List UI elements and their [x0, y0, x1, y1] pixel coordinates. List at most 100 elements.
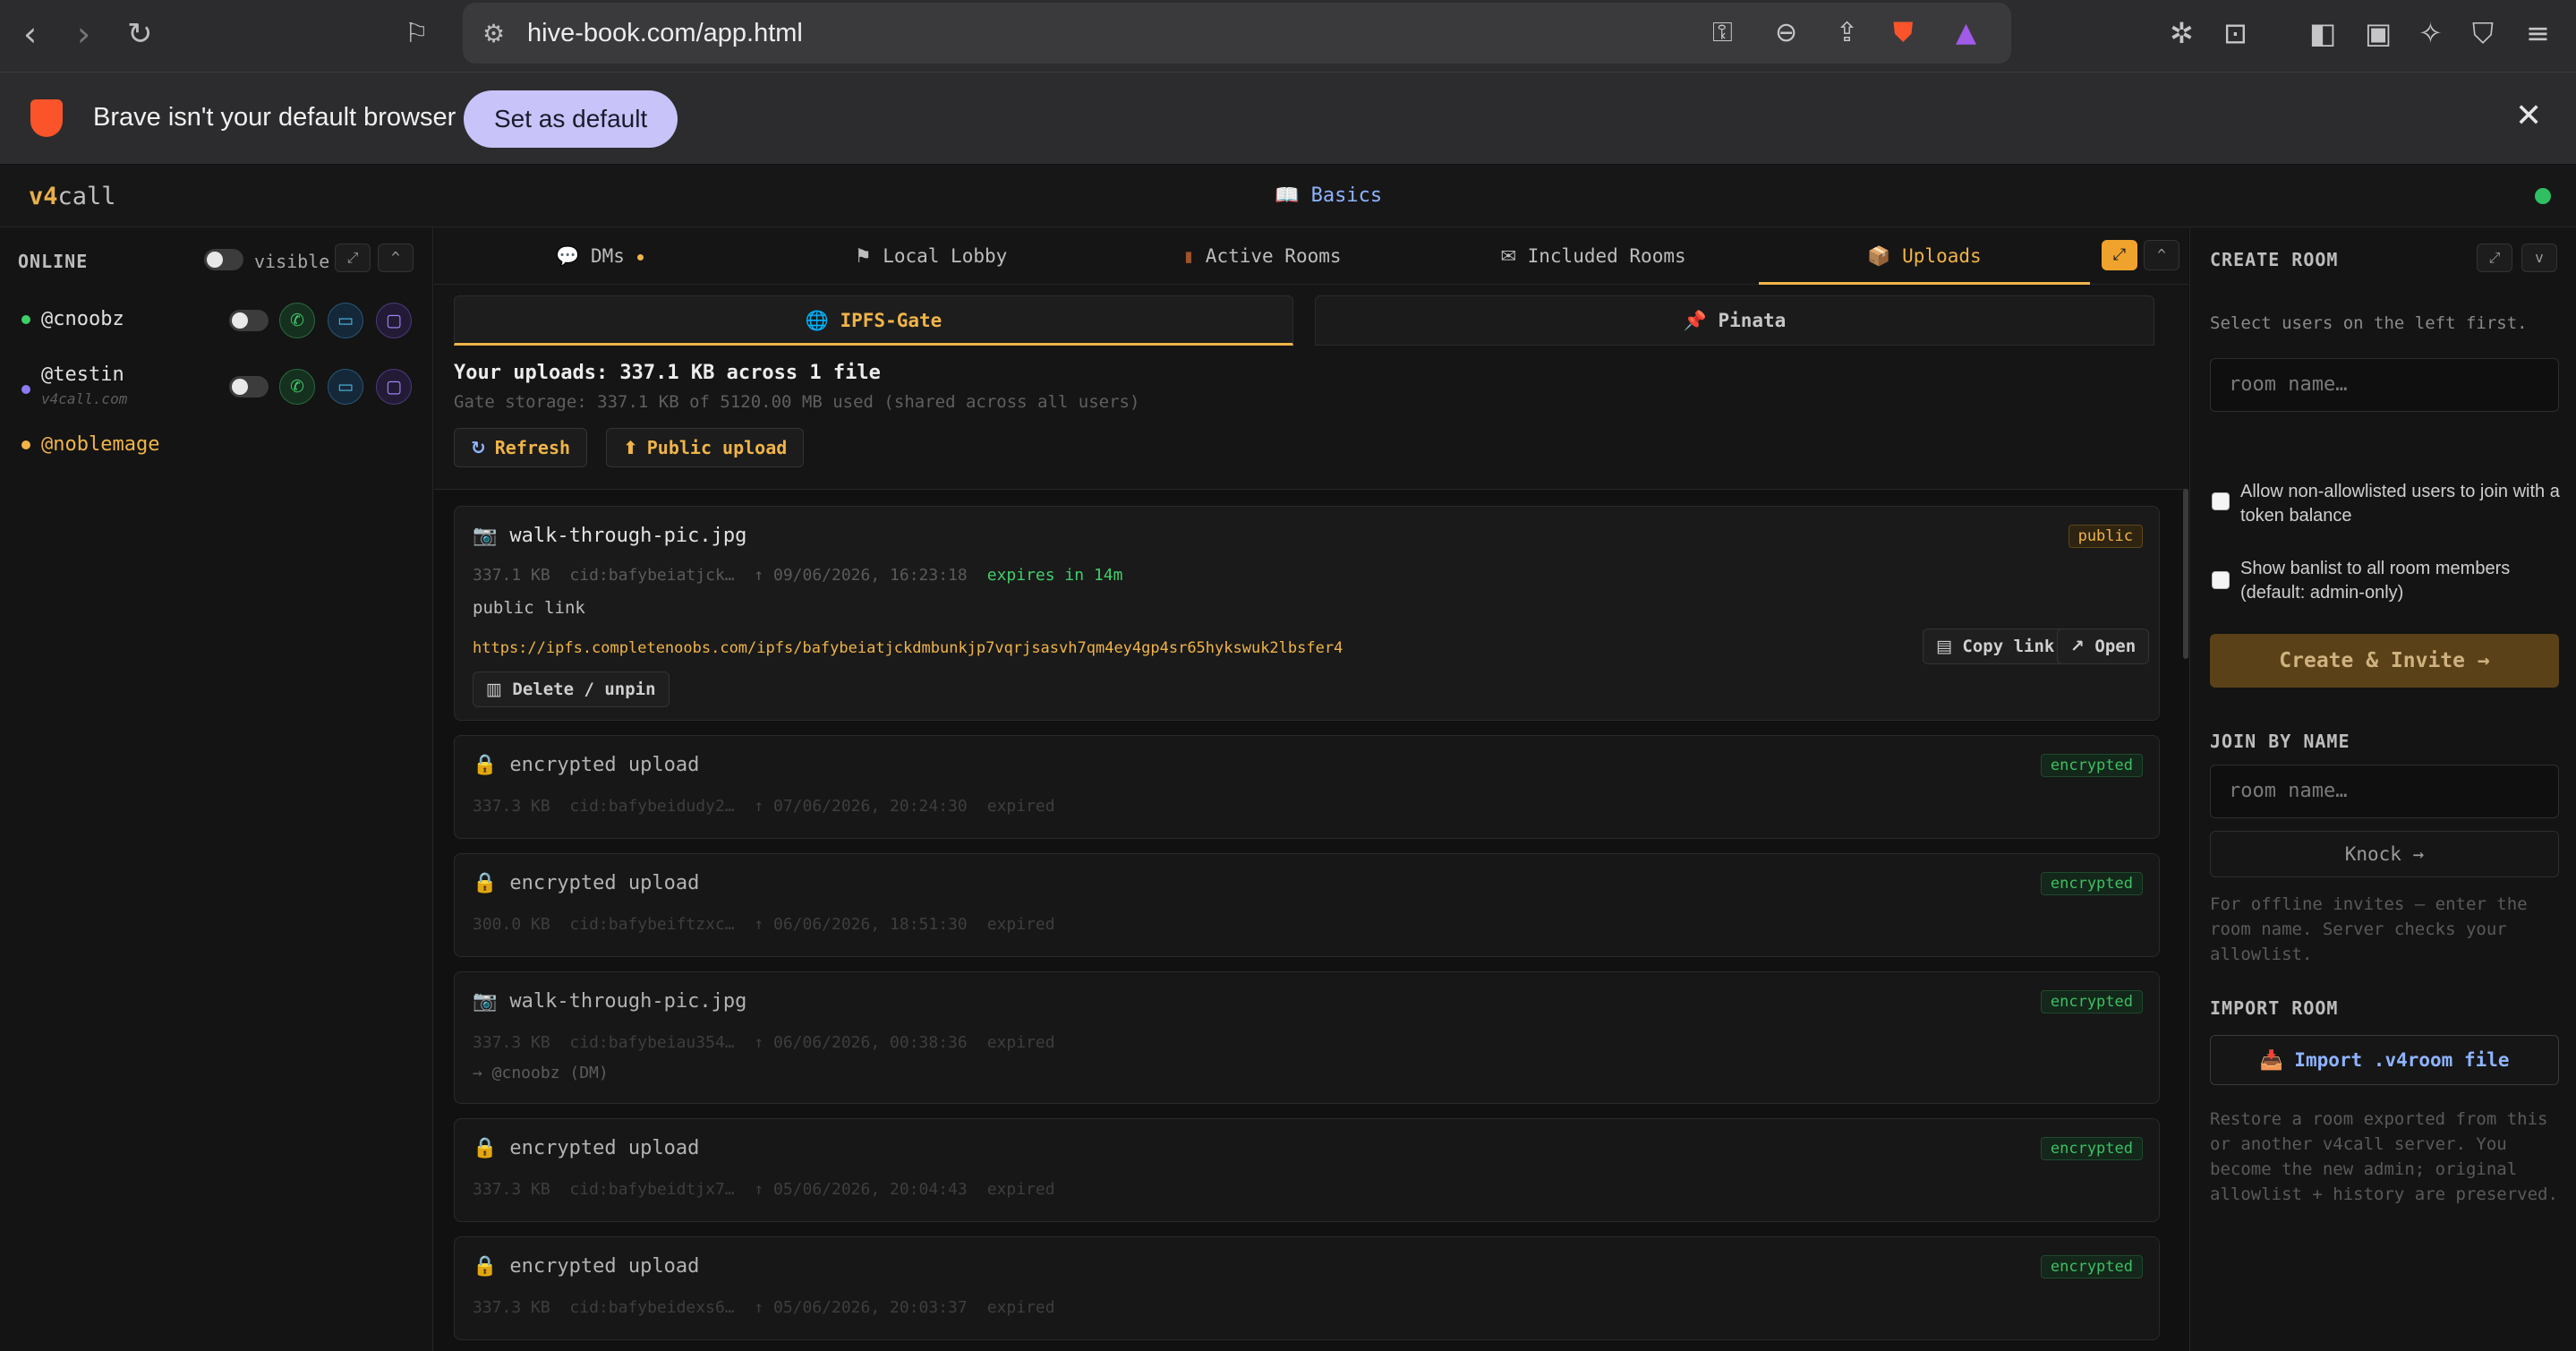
tab-ipfs-gate[interactable]: 🌐 IPFS-Gate: [454, 295, 1293, 346]
presence-dot: [21, 385, 30, 394]
user-toggle[interactable]: [229, 310, 269, 331]
room-name-input[interactable]: room name…: [2210, 358, 2559, 412]
gate-storage: Gate storage: 337.1 KB of 5120.00 MB use…: [454, 392, 1140, 412]
upload-item: 🔒 encrypted upload encrypted 337.3 KB cid…: [454, 1236, 2160, 1340]
share-icon[interactable]: ⇪: [1836, 17, 1858, 48]
show-banlist-checkbox[interactable]: [2212, 571, 2230, 589]
upload-meta: 337.3 KB cid:bafybeidtjx7… ↑ 05/06/2026,…: [473, 1180, 1055, 1199]
address-bar[interactable]: ⚙ hive-book.com/app.html ⚿ ⊖ ⇪ ⛊ ▲: [463, 3, 2011, 64]
lock-icon: 🔒: [473, 872, 498, 894]
copy-link-button[interactable]: ▤ Copy link: [1923, 628, 2068, 664]
collapse-icon[interactable]: ^: [2144, 240, 2179, 270]
reload-icon[interactable]: ↻: [127, 16, 153, 52]
video-call-icon[interactable]: ▭: [328, 369, 363, 405]
allow-token-checkbox[interactable]: [2212, 492, 2230, 510]
upload-item: 🔒 encrypted upload encrypted 337.3 KB cid…: [454, 735, 2160, 839]
url-text[interactable]: hive-book.com/app.html: [527, 19, 803, 48]
menu-icon[interactable]: ≡: [2526, 16, 2550, 50]
call-icon[interactable]: ✆: [279, 369, 315, 405]
wallet-icon[interactable]: ▣: [2365, 16, 2392, 50]
user-cnoobz[interactable]: @cnoobz: [41, 308, 124, 330]
close-icon[interactable]: ✕: [2515, 98, 2542, 134]
bookmark-icon[interactable]: ⚐: [405, 16, 429, 52]
camera-icon: 📷: [473, 990, 498, 1013]
allow-token-label: Allow non-allowlisted users to join with…: [2240, 482, 2560, 526]
upload-name: 📷 walk-through-pic.jpg: [473, 525, 747, 547]
brave-rewards-icon[interactable]: ▲: [1956, 17, 1976, 48]
uploads-list[interactable]: 📷 walk-through-pic.jpg public 337.1 KB ci…: [434, 489, 2188, 1351]
unread-dot: [636, 253, 644, 261]
user-toggle[interactable]: [229, 376, 269, 398]
public-link[interactable]: https://ipfs.completenoobs.com/ipfs/bafy…: [473, 639, 1343, 657]
chat-icon[interactable]: ▢: [376, 369, 412, 405]
site-settings-icon[interactable]: ⚙: [482, 19, 505, 48]
join-by-name-header: JOIN BY NAME: [2210, 731, 2350, 752]
default-browser-infobar: Brave isn't your default browser Set as …: [0, 72, 2576, 165]
reader-icon[interactable]: ⊡: [2223, 16, 2248, 50]
encrypted-badge: encrypted: [2040, 1255, 2143, 1278]
presence-dot: [21, 440, 30, 449]
tab-pinata[interactable]: 📌 Pinata: [1315, 295, 2154, 346]
sidebar-icon[interactable]: ◧: [2309, 16, 2336, 50]
lock-icon: 🔒: [473, 754, 498, 776]
door-icon: ▮: [1182, 245, 1195, 267]
upload-name: 🔒 encrypted upload: [473, 754, 700, 776]
brave-logo-icon: [30, 99, 63, 137]
user-testin[interactable]: @testin: [41, 363, 124, 386]
collapse-panel-button[interactable]: v: [2521, 244, 2557, 272]
encrypted-badge: encrypted: [2040, 872, 2143, 895]
tab-dms[interactable]: 💬 DMs: [434, 227, 765, 285]
upload-meta: 337.1 KB cid:bafybeiatjck… ↑ 09/06/2026,…: [473, 566, 1123, 585]
expand-panel-button[interactable]: ⤢: [335, 244, 371, 272]
encrypted-badge: encrypted: [2040, 990, 2143, 1013]
upload-meta: 300.0 KB cid:bafybeiftzxc… ↑ 06/06/2026,…: [473, 915, 1055, 934]
pin-icon: 📌: [1683, 310, 1707, 331]
upload-meta: 337.3 KB cid:bafybeidudy2… ↑ 07/06/2026,…: [473, 797, 1055, 816]
visible-toggle[interactable]: [204, 249, 243, 270]
main-panel: 💬 DMs ⚑ Local Lobby ▮ Active Rooms ✉ Inc…: [434, 227, 2188, 1351]
tab-active-rooms[interactable]: ▮ Active Rooms: [1096, 227, 1428, 285]
user-noblemage[interactable]: @noblemage: [41, 433, 159, 456]
upload-icon: ⬆: [623, 437, 638, 458]
basics-link[interactable]: 📖 Basics: [1275, 184, 1382, 207]
upload-name: 🔒 encrypted upload: [473, 1137, 700, 1159]
knock-button[interactable]: Knock →: [2210, 831, 2559, 877]
delete-unpin-button[interactable]: ▥ Delete / unpin: [473, 671, 670, 707]
back-icon[interactable]: ‹: [23, 16, 37, 52]
open-button[interactable]: ↗ Open: [2057, 628, 2150, 664]
key-icon[interactable]: ⚿: [1712, 17, 1733, 48]
expand-panel-button[interactable]: ⤢: [2477, 244, 2512, 272]
presence-dot: [21, 315, 30, 324]
expand-icon[interactable]: ⤢: [2102, 240, 2137, 270]
collapse-panel-button[interactable]: ^: [378, 244, 414, 272]
set-default-button[interactable]: Set as default: [464, 90, 678, 148]
refresh-button[interactable]: ↻ Refresh: [454, 428, 588, 467]
tab-included-rooms[interactable]: ✉ Included Rooms: [1428, 227, 1759, 285]
upload-item: 📷 walk-through-pic.jpg public 337.1 KB ci…: [454, 506, 2160, 721]
zoom-icon[interactable]: ⊖: [1775, 17, 1797, 48]
import-room-button[interactable]: 📥 Import .v4room file: [2210, 1035, 2559, 1085]
brave-shields-icon[interactable]: ⛊: [1893, 17, 1914, 48]
call-icon[interactable]: ✆: [279, 303, 315, 338]
chat-icon[interactable]: ▢: [376, 303, 412, 338]
visible-label: visible: [254, 251, 330, 272]
extensions-icon[interactable]: ✲: [2170, 16, 2194, 50]
show-banlist-label: Show banlist to all room members (defaul…: [2240, 559, 2511, 603]
scrollbar-thumb[interactable]: [2183, 489, 2188, 659]
upload-name: 🔒 encrypted upload: [473, 1255, 700, 1278]
create-invite-button[interactable]: Create & Invite →: [2210, 634, 2559, 688]
vpn-icon[interactable]: ⛉: [2472, 16, 2494, 51]
forward-icon[interactable]: ›: [77, 16, 90, 52]
leo-icon[interactable]: ✧: [2418, 16, 2443, 50]
video-call-icon[interactable]: ▭: [328, 303, 363, 338]
join-room-input[interactable]: room name…: [2210, 765, 2559, 818]
tab-uploads[interactable]: 📦 Uploads: [1759, 227, 2090, 285]
tab-local-lobby[interactable]: ⚑ Local Lobby: [765, 227, 1096, 285]
public-upload-button[interactable]: ⬆ Public upload: [606, 428, 805, 467]
app-logo: v4call: [29, 183, 116, 210]
uploads-summary: Your uploads: 337.1 KB across 1 file: [454, 362, 881, 384]
camera-icon: 📷: [473, 525, 498, 547]
create-room-header: CREATE ROOM: [2210, 249, 2339, 270]
flag-icon: ⚑: [854, 245, 872, 267]
speech-bubble-icon: 💬: [556, 245, 580, 267]
